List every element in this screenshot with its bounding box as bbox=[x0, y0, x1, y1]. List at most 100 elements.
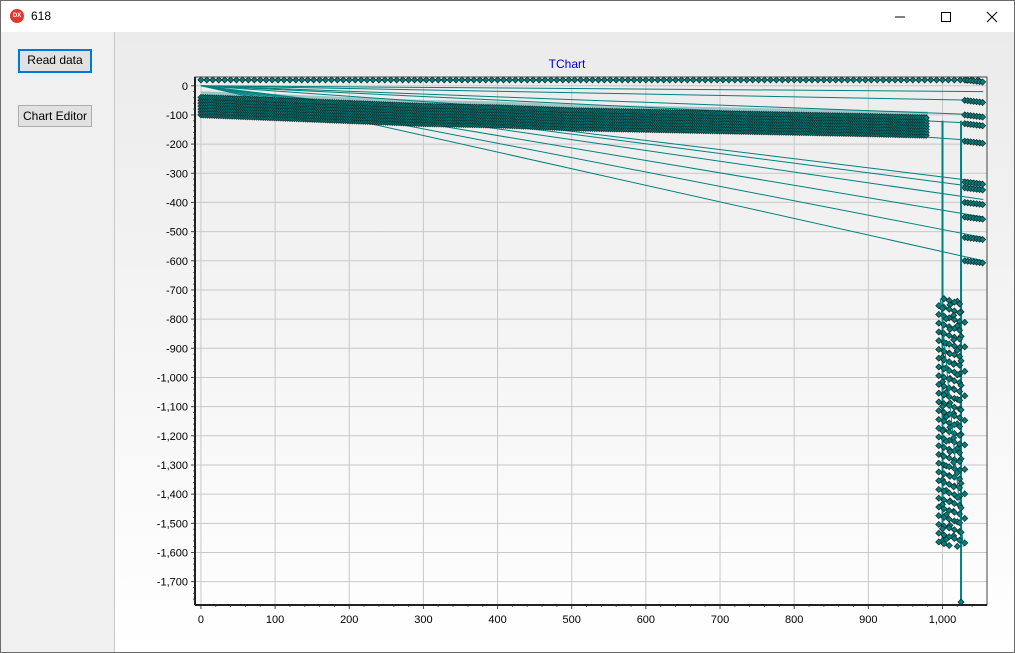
data-point bbox=[725, 76, 733, 84]
data-point bbox=[624, 76, 632, 84]
dx-app-icon: DX bbox=[10, 9, 24, 23]
data-point bbox=[505, 76, 513, 84]
data-point bbox=[671, 76, 680, 84]
y-tick-label: -1,600 bbox=[157, 547, 188, 559]
data-point bbox=[594, 76, 602, 84]
y-tick-label: -1,500 bbox=[157, 518, 188, 530]
data-point bbox=[422, 76, 430, 84]
y-tick-label: -1,100 bbox=[157, 402, 188, 414]
data-point bbox=[565, 76, 573, 84]
data-point bbox=[915, 76, 923, 84]
data-point bbox=[630, 76, 638, 84]
data-point bbox=[387, 76, 395, 84]
data-point bbox=[612, 76, 620, 84]
x-tick-label: 0 bbox=[198, 614, 204, 626]
data-point bbox=[921, 76, 929, 84]
data-point bbox=[903, 76, 911, 84]
chart-editor-button[interactable]: Chart Editor bbox=[18, 105, 92, 127]
data-point bbox=[660, 76, 668, 84]
data-point bbox=[416, 76, 425, 84]
data-point bbox=[701, 76, 709, 84]
data-point bbox=[885, 76, 893, 84]
data-point bbox=[790, 76, 798, 84]
data-point bbox=[588, 76, 597, 84]
data-point bbox=[944, 76, 953, 84]
data-point bbox=[766, 76, 775, 84]
y-tick-label: -1,400 bbox=[157, 489, 188, 501]
data-point bbox=[961, 441, 969, 449]
data-point bbox=[375, 76, 383, 84]
y-tick-label: -1,200 bbox=[157, 431, 188, 443]
data-point bbox=[203, 76, 211, 84]
data-point bbox=[363, 76, 371, 84]
y-tick-label: -400 bbox=[166, 197, 188, 209]
data-point bbox=[838, 76, 846, 84]
y-tick-label: -1,000 bbox=[157, 372, 188, 384]
chart-svg[interactable]: 0 -100 -200 -300 -400 -500 -600 -700 -800 -900 -1,… bbox=[115, 32, 1014, 652]
y-tick-label: -1,700 bbox=[157, 577, 188, 589]
x-tick-label: 700 bbox=[711, 614, 729, 626]
data-point bbox=[482, 76, 490, 84]
maximize-button[interactable] bbox=[923, 1, 969, 32]
title-bar[interactable]: DX 618 bbox=[1, 1, 1014, 32]
data-point bbox=[238, 76, 247, 84]
data-point bbox=[707, 76, 715, 84]
data-point bbox=[695, 76, 703, 84]
data-point bbox=[953, 542, 961, 550]
data-point bbox=[719, 76, 727, 84]
data-point bbox=[452, 76, 460, 84]
data-point bbox=[381, 76, 389, 84]
data-point bbox=[310, 76, 318, 84]
close-icon bbox=[986, 11, 998, 23]
minimize-button[interactable] bbox=[877, 1, 923, 32]
data-point bbox=[227, 76, 235, 84]
data-point bbox=[832, 76, 840, 84]
data-point bbox=[274, 76, 282, 84]
y-tick-label: -700 bbox=[166, 285, 188, 297]
data-point bbox=[760, 76, 769, 84]
data-point bbox=[410, 76, 419, 84]
data-point bbox=[333, 76, 341, 84]
x-tick-label: 500 bbox=[563, 614, 581, 626]
data-point bbox=[600, 76, 608, 84]
data-point bbox=[778, 76, 786, 84]
read-data-button[interactable]: Read data bbox=[18, 49, 92, 73]
close-button[interactable] bbox=[969, 1, 1014, 32]
data-point bbox=[493, 76, 502, 84]
data-point bbox=[814, 76, 822, 84]
data-point bbox=[547, 76, 555, 84]
data-point bbox=[897, 76, 905, 84]
data-point bbox=[938, 76, 947, 84]
data-point bbox=[476, 76, 484, 84]
data-point bbox=[280, 76, 288, 84]
tchart-panel[interactable]: 0 -100 -200 -300 -400 -500 -600 -700 -800 -900 -1,… bbox=[115, 32, 1014, 652]
data-point bbox=[861, 76, 869, 84]
data-point bbox=[755, 76, 763, 84]
data-point bbox=[316, 76, 324, 84]
data-point bbox=[577, 76, 585, 84]
data-point bbox=[215, 76, 223, 84]
data-point bbox=[499, 76, 508, 84]
data-point bbox=[262, 76, 270, 84]
x-tick-label: 800 bbox=[785, 614, 803, 626]
y-tick-label: -300 bbox=[166, 168, 188, 180]
y-tick-label: 0 bbox=[182, 81, 188, 93]
data-point bbox=[351, 76, 359, 84]
data-point bbox=[345, 76, 353, 84]
data-point bbox=[849, 76, 858, 84]
data-point bbox=[642, 76, 650, 84]
data-point bbox=[961, 318, 969, 326]
data-point bbox=[221, 76, 229, 84]
data-point bbox=[327, 76, 336, 84]
y-tick-label: -900 bbox=[166, 343, 188, 355]
data-point bbox=[517, 76, 525, 84]
window-title: 618 bbox=[31, 9, 52, 23]
data-point bbox=[731, 76, 739, 84]
data-point bbox=[511, 76, 519, 84]
data-point bbox=[961, 392, 969, 400]
y-tick-label: -200 bbox=[166, 139, 188, 151]
data-point bbox=[571, 76, 579, 84]
data-point bbox=[292, 76, 300, 84]
data-point bbox=[298, 76, 306, 84]
data-point bbox=[749, 76, 757, 84]
